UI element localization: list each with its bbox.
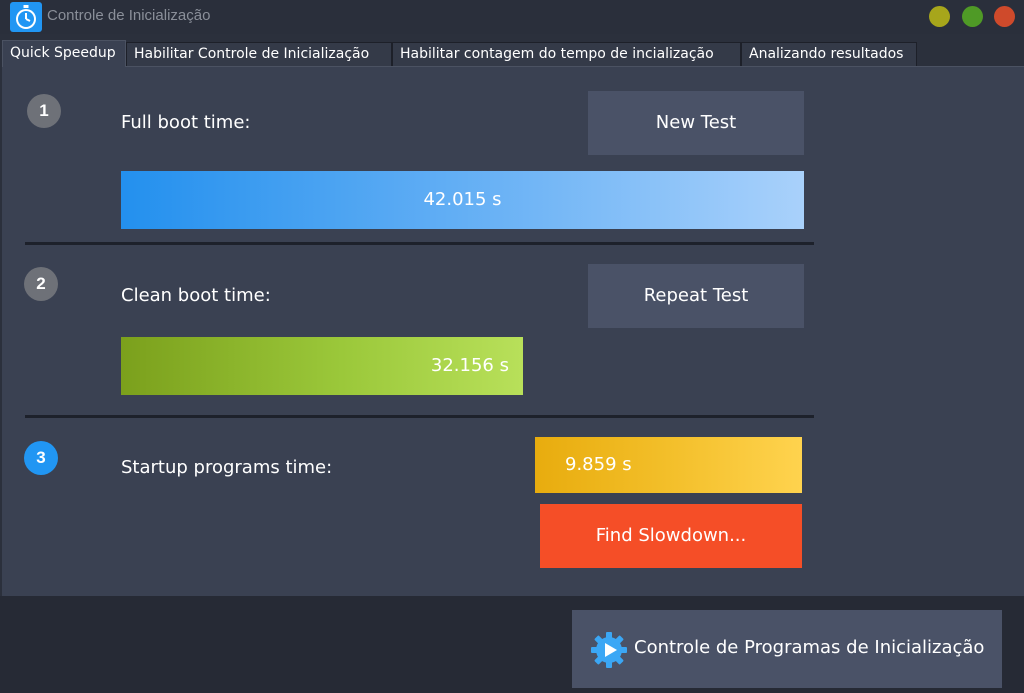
divider-1 <box>25 242 814 245</box>
maximize-button[interactable] <box>962 6 983 27</box>
repeat-test-button[interactable]: Repeat Test <box>588 264 804 328</box>
clean-boot-label: Clean boot time: <box>121 285 271 306</box>
startup-programs-control-label: Controle de Programas de Inicialização <box>634 637 985 658</box>
full-boot-label: Full boot time: <box>121 112 251 133</box>
step-3-badge: 3 <box>24 441 58 475</box>
tab-analizando-resultados[interactable]: Analizando resultados <box>741 42 917 66</box>
find-slowdown-button[interactable]: Find Slowdown... <box>540 504 802 568</box>
window-title: Controle de Inicialização <box>47 7 211 24</box>
step-1-badge: 1 <box>27 94 61 128</box>
tab-quick-speedup[interactable]: Quick Speedup <box>2 40 126 67</box>
new-test-button[interactable]: New Test <box>588 91 804 155</box>
gear-play-icon <box>591 632 627 668</box>
clean-boot-time-bar: 32.156 s <box>121 337 523 395</box>
divider-2 <box>25 415 814 418</box>
step-2-badge: 2 <box>24 267 58 301</box>
startup-programs-time-bar: 9.859 s <box>535 437 802 493</box>
tab-bar: Quick Speedup Habilitar Controle de Inic… <box>0 40 1024 67</box>
stopwatch-icon <box>10 2 42 32</box>
full-boot-time-bar: 42.015 s <box>121 171 804 229</box>
tab-habilitar-controle[interactable]: Habilitar Controle de Inicialização <box>126 42 392 66</box>
footer-bar: Controle de Programas de Inicialização <box>0 596 1024 693</box>
startup-programs-label: Startup programs time: <box>121 457 333 478</box>
minimize-button[interactable] <box>929 6 950 27</box>
title-bar[interactable]: Controle de Inicialização <box>0 0 1024 34</box>
close-button[interactable] <box>994 6 1015 27</box>
quick-speedup-panel: 1 Full boot time: New Test 42.015 s 2 Cl… <box>2 66 1024 596</box>
tab-habilitar-contagem[interactable]: Habilitar contagem do tempo de incializa… <box>392 42 741 66</box>
startup-programs-control-button[interactable]: Controle de Programas de Inicialização <box>572 610 1002 688</box>
